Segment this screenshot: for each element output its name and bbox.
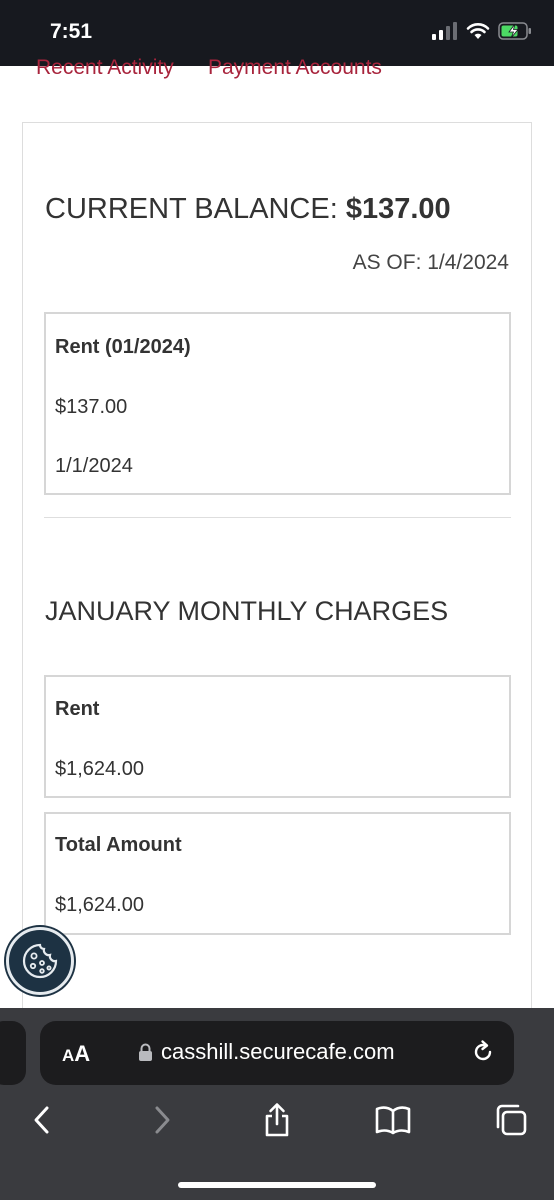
wifi-icon	[466, 23, 490, 39]
current-balance-amount: $137.00	[345, 193, 451, 225]
address-url[interactable]: casshill.securecafe.com	[138, 1039, 395, 1065]
balance-as-of: AS OF: 1/4/2024	[352, 251, 509, 274]
forward-icon	[155, 1106, 170, 1134]
balance-card: CURRENT BALANCE: $137.00 AS OF: 1/4/2024…	[22, 122, 532, 1022]
section-divider	[44, 517, 511, 518]
back-button[interactable]	[20, 1100, 64, 1140]
cookie-icon	[22, 943, 58, 979]
share-icon	[265, 1103, 289, 1137]
total-amount-label: Total Amount	[55, 834, 182, 856]
reload-icon[interactable]	[470, 1039, 496, 1065]
tabs-button[interactable]	[489, 1100, 533, 1140]
tabs-icon	[496, 1104, 527, 1136]
battery-charging-icon	[498, 22, 531, 40]
payment-accounts-link[interactable]: Payment Accounts	[208, 56, 382, 80]
bookmarks-button[interactable]	[371, 1100, 415, 1140]
status-time: 7:51	[50, 20, 93, 43]
balance-item-box: Rent (01/2024) $137.00 1/1/2024	[44, 312, 511, 495]
current-balance-heading: CURRENT BALANCE: $137.00	[45, 193, 451, 226]
nav-links: Recent Activity Payment Accounts	[0, 52, 554, 82]
previous-tab-preview[interactable]	[0, 1021, 26, 1085]
lock-icon	[139, 1043, 152, 1061]
url-text: casshill.securecafe.com	[161, 1039, 395, 1064]
rent-charge-label: Rent	[55, 698, 100, 720]
status-icons	[432, 22, 532, 40]
balance-item-date: 1/1/2024	[55, 455, 133, 477]
total-amount-value: $1,624.00	[55, 894, 144, 916]
rent-charge-amount: $1,624.00	[55, 758, 144, 780]
monthly-charges-title: JANUARY MONTHLY CHARGES	[45, 596, 449, 626]
recent-activity-link[interactable]: Recent Activity	[36, 56, 174, 80]
current-balance-label: CURRENT BALANCE:	[45, 193, 338, 225]
share-button[interactable]	[255, 1100, 299, 1140]
bookmarks-icon	[375, 1106, 411, 1135]
rent-charge-box: Rent $1,624.00	[44, 675, 511, 798]
back-icon	[34, 1106, 49, 1134]
text-size-button[interactable]: AA	[62, 1041, 90, 1067]
balance-item-amount: $137.00	[55, 396, 128, 418]
home-indicator	[178, 1182, 376, 1188]
address-bar[interactable]: AA casshill.securecafe.com	[40, 1021, 514, 1085]
total-amount-box: Total Amount $1,624.00	[44, 812, 511, 935]
cookie-preferences-button[interactable]	[6, 927, 74, 995]
signal-icon	[432, 22, 457, 40]
forward-button[interactable]	[140, 1100, 184, 1140]
balance-item-title: Rent (01/2024)	[55, 336, 191, 358]
